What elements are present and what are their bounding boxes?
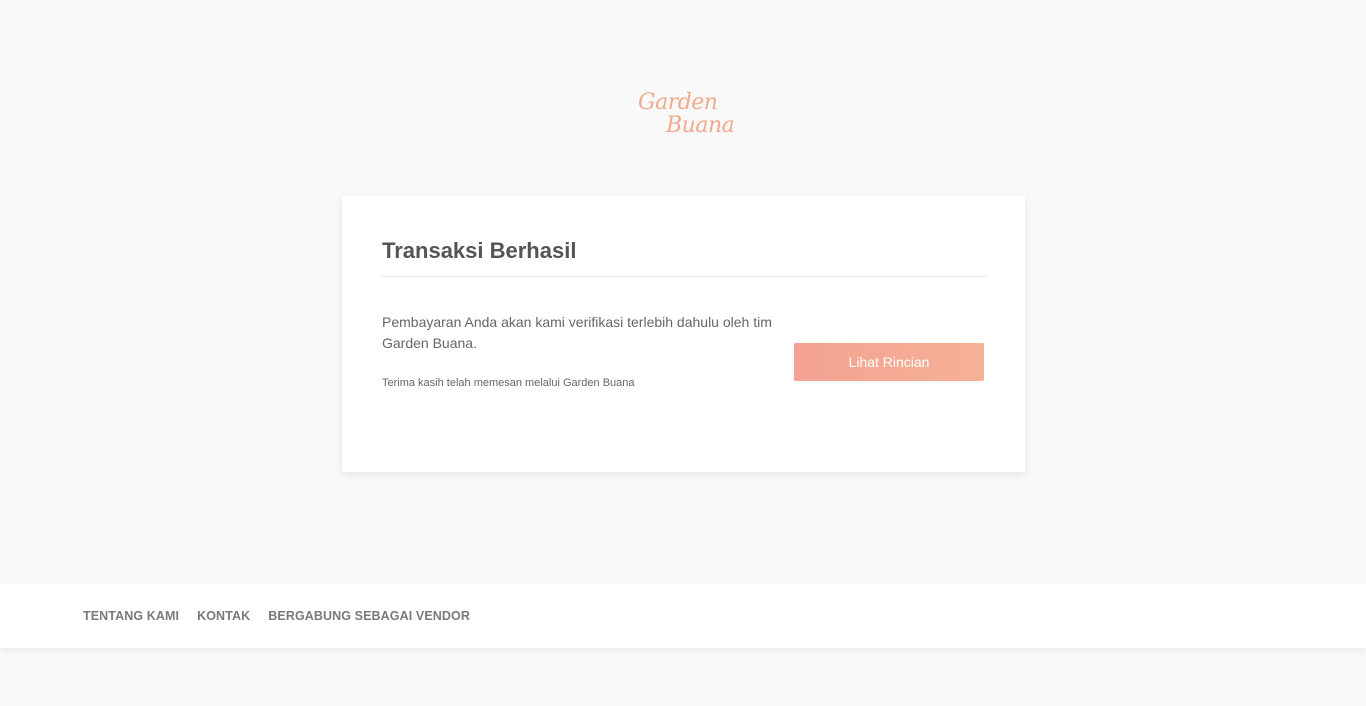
brand-logo[interactable]: Garden Buana: [636, 90, 746, 142]
verification-message: Pembayaran Anda akan kami verifikasi ter…: [382, 314, 772, 351]
transaction-success-card: Transaksi Berhasil Pembayaran Anda akan …: [342, 196, 1025, 472]
logo-line-2: Buana: [666, 113, 735, 138]
footer-link-contact[interactable]: KONTAK: [197, 609, 250, 623]
title-divider: [382, 276, 986, 277]
footer-link-about-us[interactable]: TENTANG KAMI: [83, 609, 179, 623]
thank-you-note: Terima kasih telah memesan melalui Garde…: [382, 377, 635, 389]
footer-link-join-vendor[interactable]: BERGABUNG SEBAGAI VENDOR: [268, 609, 470, 623]
footer: TENTANG KAMI KONTAK BERGABUNG SEBAGAI VE…: [0, 584, 1366, 648]
view-details-button[interactable]: Lihat Rincian: [794, 343, 984, 381]
card-title: Transaksi Berhasil: [382, 238, 577, 263]
footer-nav: TENTANG KAMI KONTAK BERGABUNG SEBAGAI VE…: [83, 584, 488, 648]
